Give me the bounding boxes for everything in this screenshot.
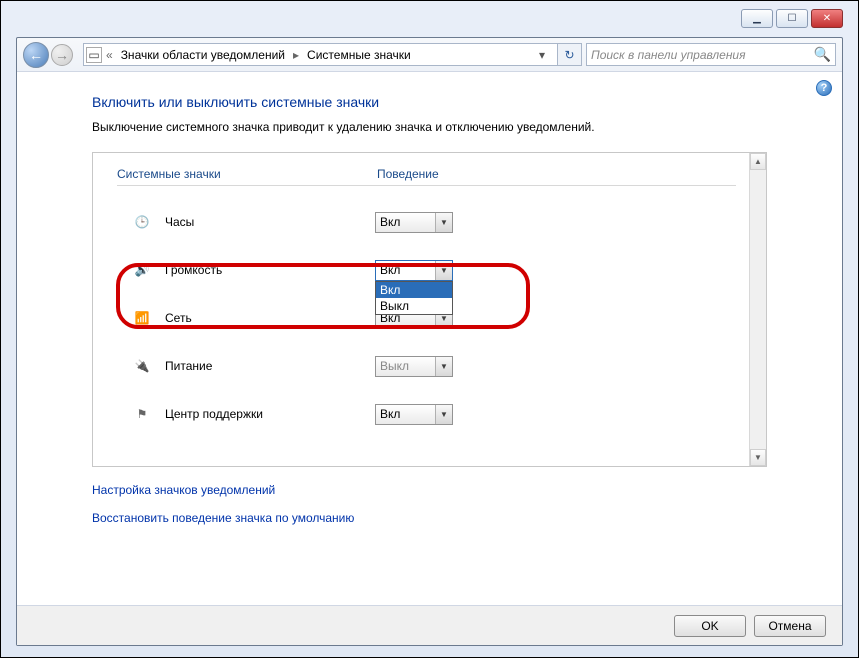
select-value: Вкл xyxy=(380,407,400,421)
window-frame: ← → ▭ « Значки области уведомлений ▸ Сис… xyxy=(16,37,843,646)
chevron-right-icon: ▸ xyxy=(291,48,301,62)
power-behavior-select: Выкл ▼ xyxy=(375,356,453,377)
select-value: Вкл xyxy=(380,263,400,277)
minimize-button[interactable]: ▁ xyxy=(741,9,773,28)
arrow-right-icon: → xyxy=(55,48,69,62)
dropdown-option-on[interactable]: Вкл xyxy=(376,282,452,298)
clock-icon: 🕒 xyxy=(129,212,155,232)
nav-back-button[interactable]: ← xyxy=(23,42,49,68)
volume-icon: 🔊 xyxy=(129,260,155,280)
refresh-icon: ↻ xyxy=(564,48,574,62)
list-header: Системные значки Поведение xyxy=(117,167,736,186)
system-icons-list: Системные значки Поведение 🕒 Часы Вкл ▼ xyxy=(92,152,767,467)
minimize-icon: ▁ xyxy=(753,13,761,24)
control-panel-window: ▁ ☐ ✕ ← → ▭ « Значки области уведомлений… xyxy=(0,0,859,658)
volume-behavior-select[interactable]: Вкл ▼ Вкл Выкл xyxy=(375,260,453,281)
power-icon: 🔌 xyxy=(129,356,155,376)
ok-button[interactable]: OK xyxy=(674,615,746,637)
scroll-down-button[interactable]: ▼ xyxy=(750,449,766,466)
row-label: Питание xyxy=(165,359,375,373)
scrollbar[interactable]: ▲ ▼ xyxy=(749,153,766,466)
row-label: Часы xyxy=(165,215,375,229)
select-value: Выкл xyxy=(380,359,409,373)
arrow-left-icon: ← xyxy=(29,48,43,62)
close-icon: ✕ xyxy=(823,13,831,24)
page-subtitle: Выключение системного значка приводит к … xyxy=(92,120,767,134)
navigation-bar: ← → ▭ « Значки области уведомлений ▸ Сис… xyxy=(17,38,842,72)
flag-icon: ⚑ xyxy=(129,404,155,424)
search-placeholder: Поиск в панели управления xyxy=(591,48,814,62)
maximize-button[interactable]: ☐ xyxy=(776,9,808,28)
dialog-footer: OK Отмена xyxy=(17,605,842,645)
column-header-behavior: Поведение xyxy=(377,167,439,181)
chevron-down-icon: ▼ xyxy=(435,357,452,376)
action-center-behavior-select[interactable]: Вкл ▼ xyxy=(375,404,453,425)
window-controls: ▁ ☐ ✕ xyxy=(741,9,843,28)
system-tray-icon: ▭ xyxy=(86,47,102,63)
links-section: Настройка значков уведомлений Восстанови… xyxy=(92,483,767,525)
refresh-button[interactable]: ↻ xyxy=(558,43,582,66)
chevron-down-icon: ▼ xyxy=(435,405,452,424)
row-power: 🔌 Питание Выкл ▼ xyxy=(117,342,736,390)
maximize-icon: ☐ xyxy=(788,13,797,24)
row-label: Громкость xyxy=(165,263,375,277)
scroll-up-button[interactable]: ▲ xyxy=(750,153,766,170)
breadcrumb-bar[interactable]: ▭ « Значки области уведомлений ▸ Системн… xyxy=(83,43,558,66)
close-button[interactable]: ✕ xyxy=(811,9,843,28)
breadcrumb-item-2[interactable]: Системные значки xyxy=(301,48,417,62)
search-icon: 🔍 xyxy=(814,46,831,63)
search-input[interactable]: Поиск в панели управления 🔍 xyxy=(586,43,836,66)
network-icon: 📶 xyxy=(129,308,155,328)
chevron-down-icon: ▼ xyxy=(435,213,452,232)
row-volume: 🔊 Громкость Вкл ▼ Вкл Выкл xyxy=(117,246,736,294)
cancel-button[interactable]: Отмена xyxy=(754,615,826,637)
dropdown-list: Вкл Выкл xyxy=(375,281,453,315)
clock-behavior-select[interactable]: Вкл ▼ xyxy=(375,212,453,233)
nav-forward-button[interactable]: → xyxy=(51,44,73,66)
chevron-down-icon: ▼ xyxy=(435,261,452,280)
column-header-icons: Системные значки xyxy=(117,167,377,181)
select-value: Вкл xyxy=(380,215,400,229)
customize-icons-link[interactable]: Настройка значков уведомлений xyxy=(92,483,767,497)
row-clock: 🕒 Часы Вкл ▼ xyxy=(117,198,736,246)
row-label: Центр поддержки xyxy=(165,407,375,421)
page-title: Включить или выключить системные значки xyxy=(92,94,767,110)
dropdown-option-off[interactable]: Выкл xyxy=(376,298,452,314)
breadcrumb-item-1[interactable]: Значки области уведомлений xyxy=(115,48,291,62)
row-label: Сеть xyxy=(165,311,375,325)
content-area: ? Включить или выключить системные значк… xyxy=(17,72,842,645)
breadcrumb-dropdown-button[interactable]: ▾ xyxy=(529,48,555,62)
restore-defaults-link[interactable]: Восстановить поведение значка по умолчан… xyxy=(92,511,767,525)
chevron-left-icon: « xyxy=(104,48,115,62)
row-action-center: ⚑ Центр поддержки Вкл ▼ xyxy=(117,390,736,438)
